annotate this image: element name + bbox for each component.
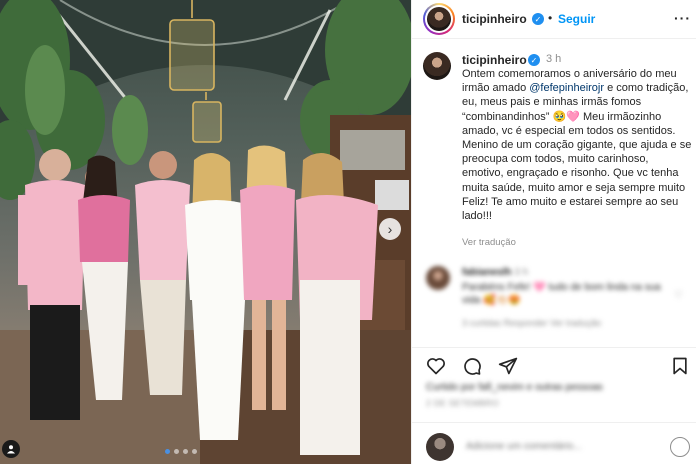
carousel-dot xyxy=(192,449,197,454)
see-translation-link[interactable]: Ver tradução xyxy=(462,237,516,248)
caption-time: 3 h xyxy=(546,53,562,65)
likes-count[interactable]: Curtido por fafi_nevim e outras pessoas xyxy=(426,382,603,393)
avatar-image xyxy=(427,7,451,31)
post-side-panel: ticipinheiro ✓ • Seguir ··· ticipinheiro… xyxy=(411,0,696,464)
comment-username[interactable]: fabianeslh 3 h xyxy=(462,267,528,278)
add-comment-input[interactable] xyxy=(464,440,648,453)
comment-like-icon[interactable]: ♡ xyxy=(674,290,683,301)
header-avatar[interactable] xyxy=(423,3,455,35)
comment-avatar[interactable] xyxy=(426,266,450,290)
post-actions xyxy=(412,347,696,380)
comment-icon[interactable] xyxy=(462,356,482,376)
follow-button[interactable]: Seguir xyxy=(558,12,595,26)
more-icon[interactable]: ··· xyxy=(674,10,691,26)
carousel-next-button[interactable]: › xyxy=(379,218,401,240)
comment-text: Parabéns Fefe! 🩷 tudo de bom linda na su… xyxy=(462,282,661,306)
caption-text: Ontem comemoramos o aniversário do meu i… xyxy=(462,67,692,223)
caption-text-part2: e como tradição, eu, meus pais e minhas … xyxy=(462,82,692,223)
heart-icon[interactable] xyxy=(426,356,446,376)
carousel-indicator xyxy=(165,449,197,454)
verified-icon: ✓ xyxy=(532,13,544,25)
chevron-right-icon: › xyxy=(387,221,393,237)
group-photo-illustration xyxy=(0,0,411,464)
caption-mention-link[interactable]: @fefepinheirojr xyxy=(529,82,604,94)
comment-meta[interactable]: 3 curtidas Responder Ver tradução xyxy=(462,318,601,328)
add-comment-bar xyxy=(412,422,696,464)
user-tag-icon xyxy=(7,445,15,454)
separator-dot: • xyxy=(548,11,553,25)
instagram-post-screenshot: › ticipinheiro ✓ • Seguir ··· ticipinhei… xyxy=(0,0,696,464)
verified-icon: ✓ xyxy=(528,54,540,66)
caption-avatar[interactable] xyxy=(423,52,451,80)
header-username[interactable]: ticipinheiro xyxy=(462,12,527,26)
post-date: 2 DE SETEMBRO xyxy=(426,398,499,408)
emoji-icon[interactable] xyxy=(670,437,690,457)
current-user-avatar xyxy=(426,433,454,461)
user-tag-button[interactable] xyxy=(2,440,20,458)
caption-username[interactable]: ticipinheiro xyxy=(462,53,527,67)
carousel-dot xyxy=(174,449,179,454)
share-icon[interactable] xyxy=(498,356,518,376)
bookmark-icon[interactable] xyxy=(670,356,690,376)
carousel-dot xyxy=(183,449,188,454)
carousel-dot-active xyxy=(165,449,170,454)
post-header: ticipinheiro ✓ • Seguir ··· xyxy=(412,0,696,39)
post-photo: › xyxy=(0,0,411,464)
